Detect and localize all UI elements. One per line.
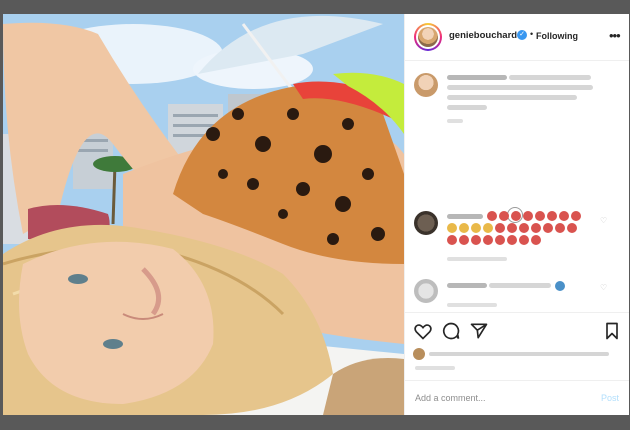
add-comment-bar: Add a comment... Post xyxy=(405,380,629,415)
emoji-heart xyxy=(487,211,497,221)
emoji-face xyxy=(483,223,493,233)
heart-outline-icon[interactable] xyxy=(413,321,433,341)
separator-dot: • xyxy=(530,29,534,39)
bottom-backdrop xyxy=(0,415,630,430)
emoji-face xyxy=(447,223,457,233)
comments-list: + xyxy=(405,61,629,311)
emoji-heart xyxy=(447,235,457,245)
emoji-heart xyxy=(507,223,517,233)
comment-2-meta xyxy=(447,303,497,307)
emoji-heart xyxy=(519,223,529,233)
comment-2-username-blur xyxy=(447,283,487,288)
comment-1-meta xyxy=(447,257,507,261)
paper-plane-icon[interactable] xyxy=(469,321,489,341)
emoji-heart xyxy=(567,223,577,233)
caption-avatar[interactable] xyxy=(414,73,438,97)
emoji-heart xyxy=(495,223,505,233)
emoji-heart xyxy=(499,211,509,221)
verified-badge-icon: ✓ xyxy=(517,30,527,40)
post-comment-button[interactable]: Post xyxy=(601,393,619,403)
following-button[interactable]: Following xyxy=(536,31,578,41)
emoji-heart xyxy=(471,235,481,245)
emoji-heart xyxy=(459,235,469,245)
caption-meta xyxy=(447,119,463,123)
caption-line-4 xyxy=(447,105,487,110)
add-comment-input[interactable]: Add a comment... xyxy=(415,393,486,403)
caption-username-blur xyxy=(447,75,507,80)
comment-like-icon[interactable]: ♡ xyxy=(600,216,607,225)
emoji-face xyxy=(471,223,481,233)
emoji-heart xyxy=(555,223,565,233)
emoji-heart xyxy=(531,235,541,245)
emoji-heart xyxy=(559,211,569,221)
liked-by-avatar xyxy=(413,348,425,360)
emoji-heart xyxy=(523,211,533,221)
emoji-heart xyxy=(483,235,493,245)
emoji-heart xyxy=(543,223,553,233)
emoji-heart xyxy=(519,235,529,245)
post-side-panel: geniebouchard ✓ • Following ••• + xyxy=(404,14,629,415)
profile-avatar[interactable] xyxy=(414,23,442,51)
comment-2-text-blur xyxy=(489,283,551,288)
post-date xyxy=(415,366,455,370)
liked-by-text-blur xyxy=(429,352,609,356)
post-photo[interactable] xyxy=(3,14,404,415)
emoji-heart xyxy=(495,235,505,245)
bookmark-outline-icon[interactable] xyxy=(602,321,622,341)
emoji-heart xyxy=(531,223,541,233)
post-header: geniebouchard ✓ • Following ••• xyxy=(405,14,629,61)
caption-line-2 xyxy=(447,85,593,90)
top-backdrop xyxy=(0,0,630,14)
avatar-image xyxy=(418,27,438,47)
emoji-face xyxy=(459,223,469,233)
emoji-heart xyxy=(507,235,517,245)
emoji-heart xyxy=(511,211,521,221)
username-link[interactable]: geniebouchard xyxy=(449,30,517,41)
emoji-heart xyxy=(547,211,557,221)
emoji-heart xyxy=(535,211,545,221)
ellipsis-horizontal-icon[interactable]: ••• xyxy=(609,28,621,43)
caption-line-3 xyxy=(447,95,577,100)
emoji-globe xyxy=(555,281,565,291)
post-photo-illustration xyxy=(3,14,404,415)
comment-1-username-blur xyxy=(447,214,483,219)
comment-bubble-icon[interactable] xyxy=(441,321,461,341)
comment-avatar-1[interactable] xyxy=(414,211,438,235)
emoji-heart xyxy=(571,211,581,221)
caption-line-1 xyxy=(509,75,591,80)
comment-like-icon[interactable]: ♡ xyxy=(600,283,607,292)
comment-avatar-2[interactable] xyxy=(414,279,438,303)
